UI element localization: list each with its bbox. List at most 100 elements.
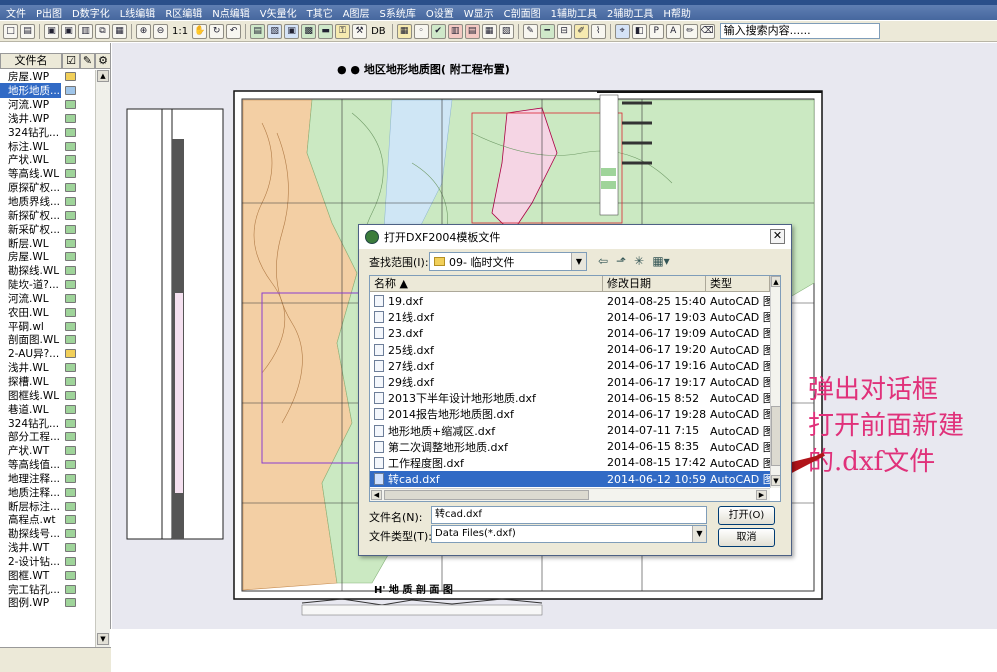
open-button[interactable]: 打开(O): [718, 506, 775, 525]
zoom-out-icon[interactable]: ⊖: [153, 23, 168, 39]
layer-icon[interactable]: [65, 197, 76, 207]
pencil-icon[interactable]: ✏: [682, 23, 698, 39]
tool-icon[interactable]: ⚒: [352, 23, 368, 39]
file-type-select[interactable]: Data Files(*.dxf) ▼: [431, 525, 707, 543]
view-icon[interactable]: ▧: [267, 23, 283, 39]
dot-icon[interactable]: ◦: [413, 23, 429, 39]
layer-icon[interactable]: [65, 238, 76, 248]
file-panel-item[interactable]: 勘探线.WL: [0, 264, 95, 278]
layer-icon[interactable]: [65, 363, 76, 373]
layer-icon[interactable]: [65, 418, 76, 428]
file-panel-item[interactable]: 产状.WT: [0, 444, 95, 458]
settings-column-icon[interactable]: ⚙: [95, 53, 111, 69]
print-icon[interactable]: ▥: [78, 23, 93, 39]
menu-item-3[interactable]: L线编辑: [116, 5, 160, 20]
view-menu-icon[interactable]: ▦▾: [649, 254, 673, 270]
file-panel-item[interactable]: 2-AU异?...: [0, 347, 95, 361]
layer-icon[interactable]: [65, 155, 76, 165]
brush-icon[interactable]: ⌇: [590, 23, 606, 39]
scroll-up-icon[interactable]: ▲: [771, 276, 780, 287]
menu-item-10[interactable]: O设置: [422, 5, 458, 20]
check-icon[interactable]: ✔: [430, 23, 446, 39]
file-panel-item[interactable]: 巷道.WL: [0, 402, 95, 416]
date-column-header[interactable]: 修改日期: [603, 276, 706, 292]
pin-icon[interactable]: ⌖: [614, 23, 630, 39]
scroll-up-icon[interactable]: ▲: [97, 70, 109, 82]
menu-item-2[interactable]: D数字化: [68, 5, 114, 20]
window-icon[interactable]: ▣: [284, 23, 300, 39]
layer-icon[interactable]: [65, 487, 76, 497]
file-row[interactable]: 2014报告地形地质图.dxf 2014-06-17 19:28 AutoCAD 图…: [370, 406, 770, 422]
layer-icon[interactable]: [65, 224, 76, 234]
scroll-down-icon[interactable]: ▼: [97, 633, 109, 645]
menu-item-13[interactable]: 1辅助工具: [547, 5, 601, 20]
paragraph-icon[interactable]: P: [648, 23, 664, 39]
file-panel-item[interactable]: 浅井.WL: [0, 361, 95, 375]
eraser-icon[interactable]: ⌫: [699, 23, 715, 39]
layer-icon[interactable]: [65, 280, 76, 290]
file-panel-item[interactable]: 地形地质...: [0, 83, 95, 99]
color-icon[interactable]: ◧: [631, 23, 647, 39]
layer-icon[interactable]: [65, 501, 76, 511]
name-column-header[interactable]: 名称 ▲: [370, 276, 603, 292]
layer-icon[interactable]: [65, 335, 76, 345]
file-panel-item[interactable]: 房屋.WL: [0, 250, 95, 264]
chevron-down-icon[interactable]: ▼: [571, 253, 586, 270]
draw-line-icon[interactable]: ✎: [522, 23, 538, 39]
menu-item-9[interactable]: S系统库: [376, 5, 420, 20]
menu-item-4[interactable]: R区编辑: [161, 5, 206, 20]
file-row[interactable]: 23.dxf 2014-06-17 19:09 AutoCAD 图形: [370, 325, 770, 341]
file-panel-item[interactable]: 农田.WL: [0, 305, 95, 319]
save-icon[interactable]: ▣: [44, 23, 59, 39]
file-panel-item[interactable]: 地理注释...: [0, 471, 95, 485]
file-row[interactable]: 地形地质+缩减区.dxf 2014-07-11 7:15 AutoCAD 图形: [370, 423, 770, 439]
file-panel-item[interactable]: 高程点.wt: [0, 513, 95, 527]
stack-icon[interactable]: ▥: [447, 23, 463, 39]
file-panel-item[interactable]: 324钻孔...: [0, 125, 95, 139]
layer-icon[interactable]: [65, 460, 76, 470]
file-panel-item[interactable]: 原探矿权...: [0, 181, 95, 195]
file-panel-item[interactable]: 完工钻孔...: [0, 582, 95, 596]
file-list-vscroll[interactable]: ▲ ▼: [770, 276, 780, 488]
file-panel-item[interactable]: 324钻孔...: [0, 416, 95, 430]
map-icon[interactable]: ▩: [301, 23, 317, 39]
zoom-ratio-button[interactable]: 1:1: [172, 26, 188, 37]
file-panel-item[interactable]: 图框.WT: [0, 568, 95, 582]
layer-icon[interactable]: [65, 390, 76, 400]
layer-icon[interactable]: [65, 473, 76, 483]
font-size-icon[interactable]: A: [665, 23, 681, 39]
layer-icon[interactable]: [65, 446, 76, 456]
file-row[interactable]: 21线.dxf 2014-06-17 19:03 AutoCAD 图形: [370, 309, 770, 325]
layer-icon[interactable]: [65, 127, 76, 137]
menu-item-6[interactable]: V矢量化: [256, 5, 301, 20]
file-panel-item[interactable]: 河流.WP: [0, 98, 95, 112]
file-panel-item[interactable]: 平硐.wl: [0, 319, 95, 333]
edit-column-icon[interactable]: ✎: [80, 53, 95, 69]
menu-item-5[interactable]: N点编辑: [208, 5, 253, 20]
table-icon[interactable]: ▦: [481, 23, 497, 39]
cancel-button[interactable]: 取消: [718, 528, 775, 547]
save-all-icon[interactable]: ▣: [61, 23, 76, 39]
menu-item-8[interactable]: A图层: [339, 5, 374, 20]
new-file-icon[interactable]: □: [3, 23, 18, 39]
ruler-icon[interactable]: ⊟: [556, 23, 572, 39]
file-panel-item[interactable]: 勘探线号...: [0, 527, 95, 541]
grid-icon[interactable]: ▦: [396, 23, 412, 39]
layer-icon[interactable]: ▤: [250, 23, 266, 39]
up-folder-icon[interactable]: ⬏: [613, 254, 629, 270]
layer-icon[interactable]: [65, 404, 76, 414]
layer-icon[interactable]: [65, 210, 76, 220]
file-panel-item[interactable]: 等高线值...: [0, 458, 95, 472]
file-panel-item[interactable]: 浅井.WP: [0, 112, 95, 126]
file-name-input[interactable]: 转cad.dxf: [431, 506, 707, 524]
file-panel-item[interactable]: 地质界线...: [0, 195, 95, 209]
file-row[interactable]: 29线.dxf 2014-06-17 19:17 AutoCAD 图形: [370, 374, 770, 390]
layer-icon[interactable]: [65, 556, 76, 566]
file-row[interactable]: 工作程度图.dxf 2014-08-15 17:42 AutoCAD 图形: [370, 455, 770, 471]
file-panel-item[interactable]: 断层.WL: [0, 236, 95, 250]
file-panel-item[interactable]: 新探矿权...: [0, 208, 95, 222]
paste-icon[interactable]: ▦: [112, 23, 127, 39]
open-file-icon[interactable]: ▤: [20, 23, 35, 39]
refresh-icon[interactable]: ↻: [209, 23, 225, 39]
zoom-in-icon[interactable]: ⊕: [136, 23, 151, 39]
